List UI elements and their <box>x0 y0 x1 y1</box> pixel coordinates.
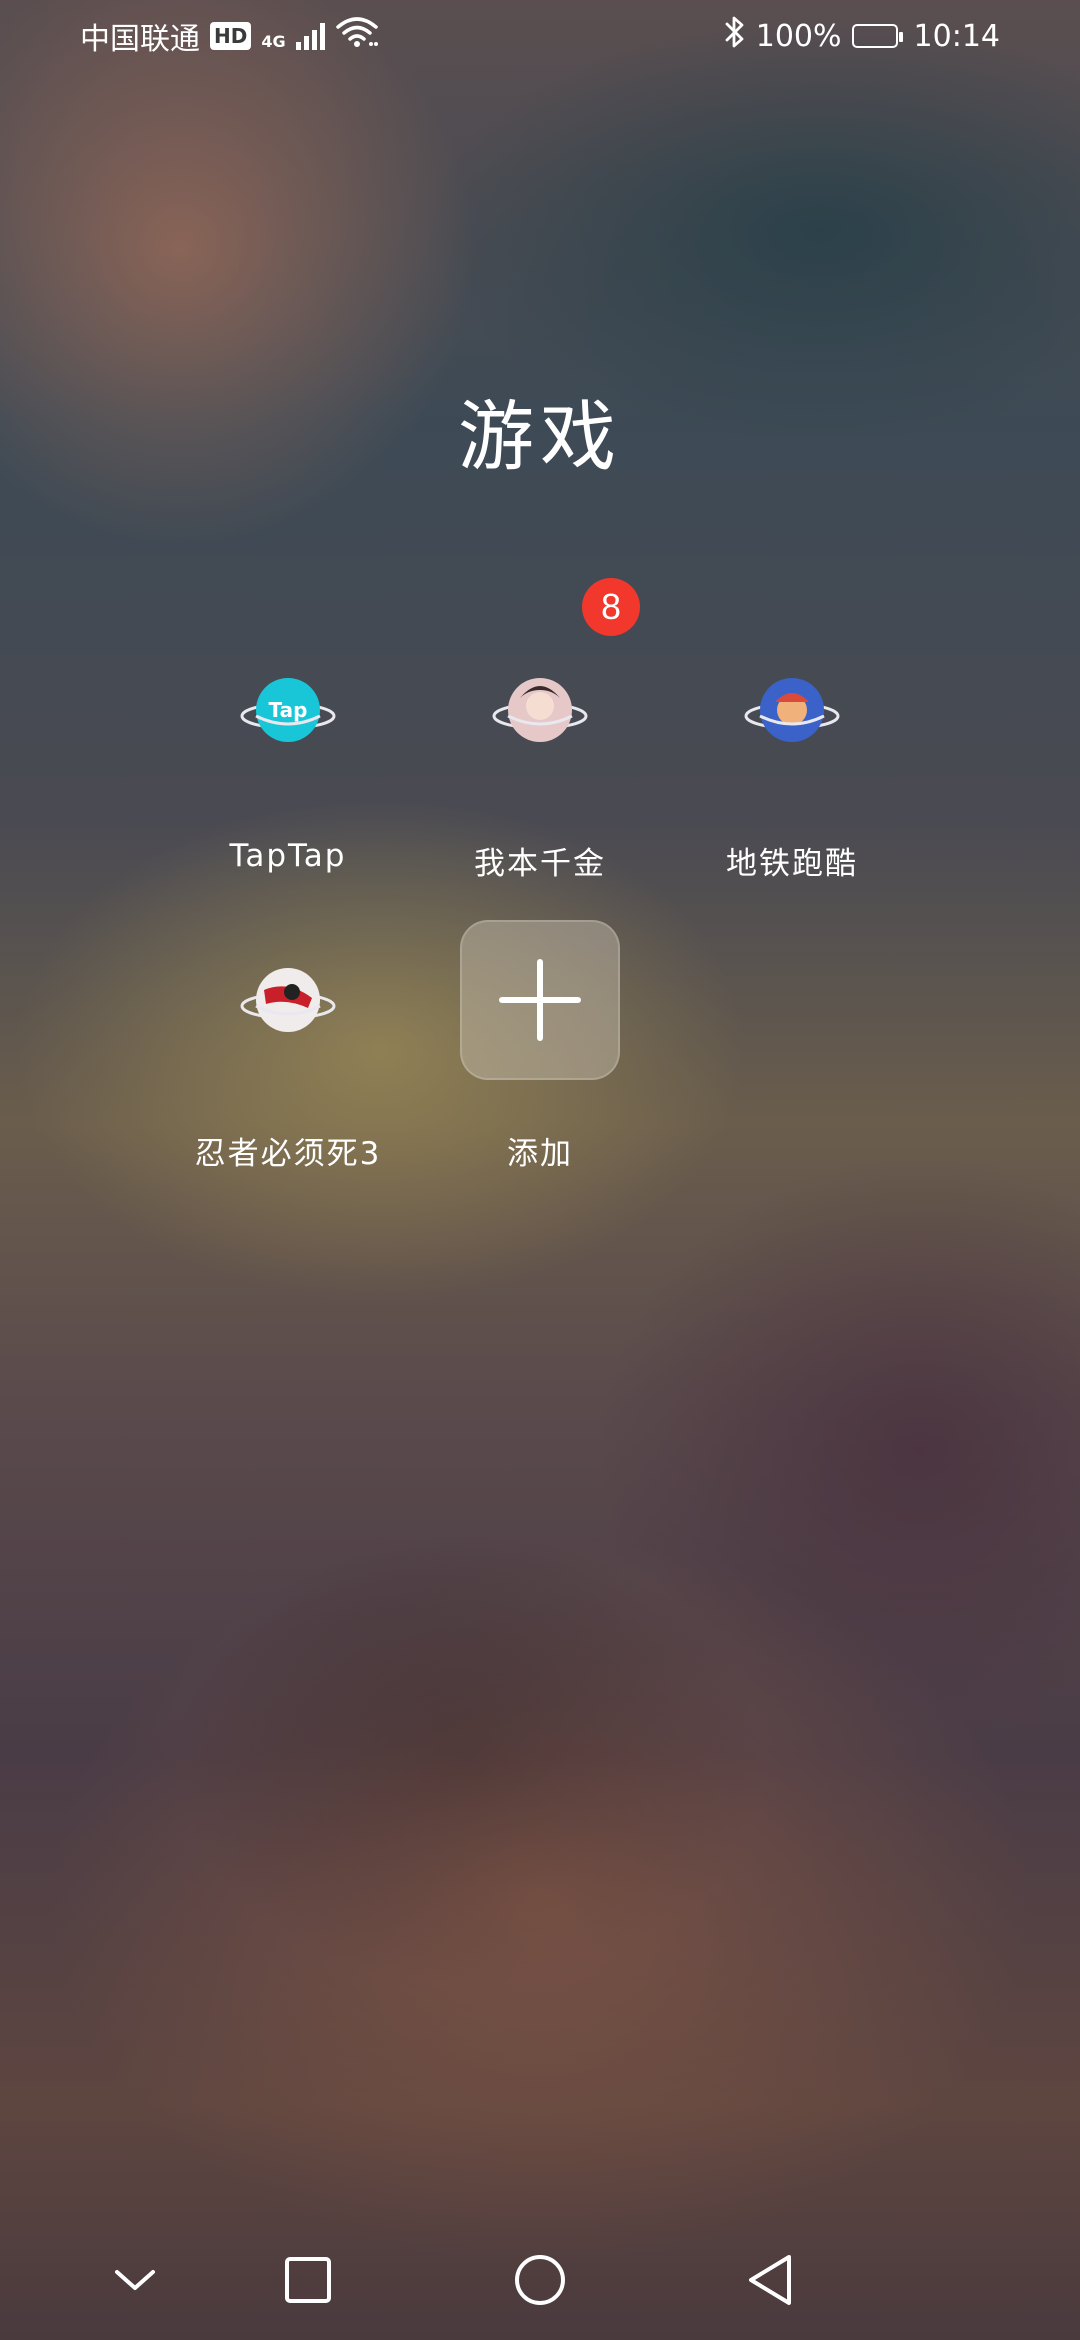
app-icon-frame[interactable] <box>712 630 872 790</box>
battery-charging-icon <box>851 24 903 48</box>
hd-icon: HD <box>210 22 252 50</box>
app-subway-surfers[interactable]: 地铁跑酷 <box>666 630 918 883</box>
app-label: 地铁跑酷 <box>726 846 858 882</box>
status-right: 100% 10:14 <box>724 15 1000 57</box>
carrier-name: 中国联通 <box>80 22 200 57</box>
add-app-item[interactable]: 添加 <box>414 920 666 1173</box>
back-button[interactable] <box>730 2240 810 2320</box>
bluetooth-icon <box>724 15 746 57</box>
app-label: 忍者必须死3 <box>194 1136 382 1172</box>
notification-badge: 8 <box>582 578 640 636</box>
app-icon-frame[interactable]: 8 <box>460 578 640 790</box>
home-icon <box>515 2255 565 2305</box>
app-icon-frame[interactable] <box>208 920 368 1080</box>
back-icon <box>749 2255 791 2305</box>
app-wobenqianjin[interactable]: 8 我本千金 <box>414 578 666 883</box>
recents-button[interactable] <box>268 2240 348 2320</box>
plus-icon <box>499 959 581 1041</box>
navigation-bar <box>0 2240 1080 2320</box>
chevron-down-icon <box>115 2270 155 2290</box>
wobenqianjin-icon[interactable] <box>490 660 590 760</box>
folder-title[interactable]: 游戏 <box>0 375 1080 485</box>
wifi-icon <box>335 15 379 57</box>
app-label: TapTap <box>229 838 347 874</box>
ninja-must-die-3-icon[interactable] <box>238 950 338 1050</box>
svg-text:Tap: Tap <box>269 698 308 722</box>
subway-surfers-icon[interactable] <box>742 660 842 760</box>
add-tile-wrap[interactable] <box>460 920 620 1080</box>
app-label: 我本千金 <box>474 846 606 882</box>
recents-icon <box>285 2257 331 2303</box>
taptap-icon[interactable]: Tap <box>238 660 338 760</box>
app-icon-frame[interactable]: Tap <box>208 630 368 790</box>
add-label: 添加 <box>507 1136 573 1172</box>
network-type: 4G <box>261 32 286 51</box>
collapse-button[interactable] <box>95 2240 175 2320</box>
status-bar: 中国联通 HD 4G 100% 10:14 <box>0 0 1080 72</box>
battery-percent: 100% <box>755 18 842 54</box>
add-button[interactable] <box>460 920 620 1080</box>
status-left: 中国联通 HD 4G <box>80 14 379 58</box>
clock: 10:14 <box>913 18 1000 54</box>
signal-icon <box>295 22 325 50</box>
app-taptap[interactable]: Tap TapTap <box>162 630 414 874</box>
home-button[interactable] <box>500 2240 580 2320</box>
app-ninja-must-die-3[interactable]: 忍者必须死3 <box>162 920 414 1173</box>
